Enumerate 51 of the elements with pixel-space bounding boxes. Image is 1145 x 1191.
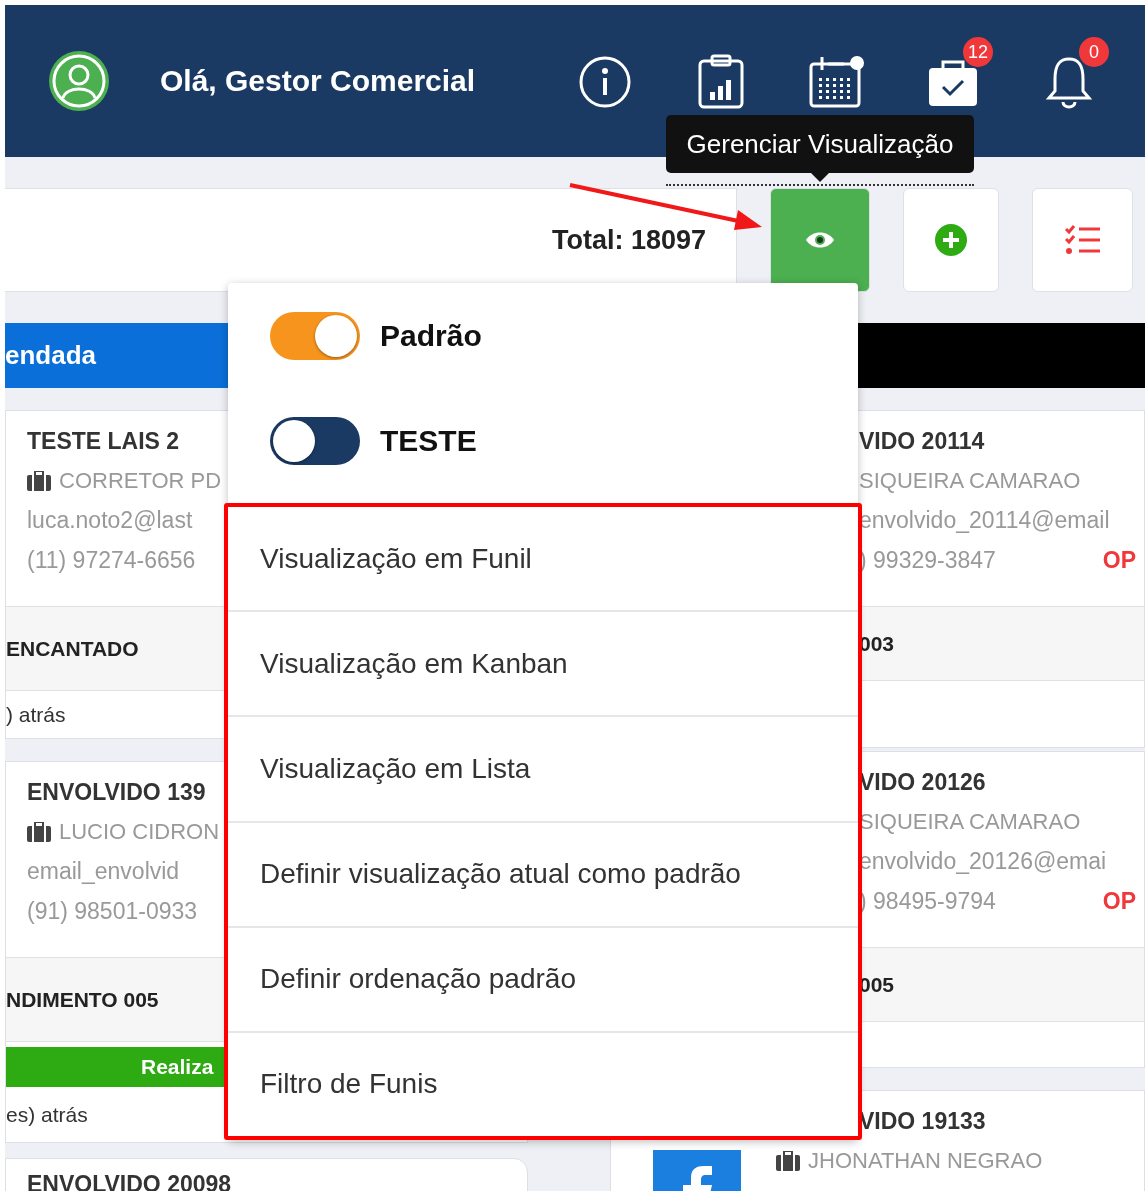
menu-item[interactable]: Filtro de Funis	[228, 1030, 858, 1137]
toolbar-button[interactable]	[770, 188, 870, 292]
menu-item[interactable]: Visualização em Lista	[228, 715, 858, 821]
clipboard-chart-icon	[697, 54, 745, 110]
checklist-icon	[1064, 225, 1101, 255]
briefcase-icon	[776, 1151, 800, 1171]
card-title: VIDO 20126	[859, 769, 986, 796]
card-title: VIDO 20114	[859, 428, 985, 455]
stage-name: ENCANTADO	[6, 636, 139, 661]
calendar-icon	[808, 54, 866, 110]
eye-icon	[805, 230, 835, 250]
owner-name: CORRETOR PD	[59, 468, 222, 494]
card-email: envolvido_20126@emai	[859, 848, 1107, 875]
plus-circle-icon	[934, 223, 968, 257]
stage-name: NDIMENTO 005	[6, 987, 159, 1012]
card-title: TESTE LAIS 2	[27, 428, 180, 455]
owner-name: JHONATHAN NEGRAO	[808, 1148, 1043, 1174]
info-icon	[578, 55, 632, 109]
card-title: VIDO 19133	[859, 1108, 986, 1135]
owner-name: LUCIO CIDRON	[59, 819, 220, 845]
view-name: TESTE	[380, 423, 477, 458]
card-email: email_envolvid	[27, 858, 180, 885]
header-action-button[interactable]: 12	[923, 37, 993, 113]
toggle-switch[interactable]	[270, 416, 360, 465]
header-action-button[interactable]: 0	[1039, 37, 1109, 113]
user-avatar-icon[interactable]	[48, 50, 110, 112]
menu-item[interactable]: Definir ordenação padrão	[228, 925, 858, 1031]
toolbar-button[interactable]	[903, 188, 999, 292]
greeting: Olá, Gestor Comercial	[160, 64, 477, 98]
total-count: Total: 18097	[551, 224, 706, 256]
card-tag: OP	[1102, 547, 1136, 574]
card-title: ENVOLVIDO 139	[27, 779, 206, 806]
owner-name: SIQUEIRA CAMARAO	[859, 809, 1081, 835]
menu-item[interactable]: Definir visualização atual como padrão	[228, 820, 858, 926]
count-badge: 12	[963, 37, 993, 67]
card-email: envolvido_20114@email	[859, 507, 1110, 534]
count-badge: 0	[1079, 37, 1109, 67]
briefcase-icon	[27, 471, 51, 491]
time-ago: es) atrás	[6, 1102, 88, 1127]
card-email: luca.noto2@last	[27, 507, 193, 534]
tooltip: Gerenciar Visualização	[666, 115, 974, 173]
time-ago: ) atrás	[6, 702, 66, 727]
card-phone: (91) 98501-0933	[27, 898, 198, 925]
card-tag: OP	[1102, 888, 1136, 915]
owner-name: SIQUEIRA CAMARAO	[859, 468, 1081, 494]
tooltip-pointer	[810, 172, 830, 182]
menu-item[interactable]: Visualização em Kanban	[228, 610, 858, 716]
toggle-switch[interactable]	[270, 311, 360, 360]
toolbar-button[interactable]	[1032, 188, 1133, 292]
briefcase-icon	[27, 822, 51, 842]
card-phone: (11) 97274-6656	[27, 547, 196, 574]
